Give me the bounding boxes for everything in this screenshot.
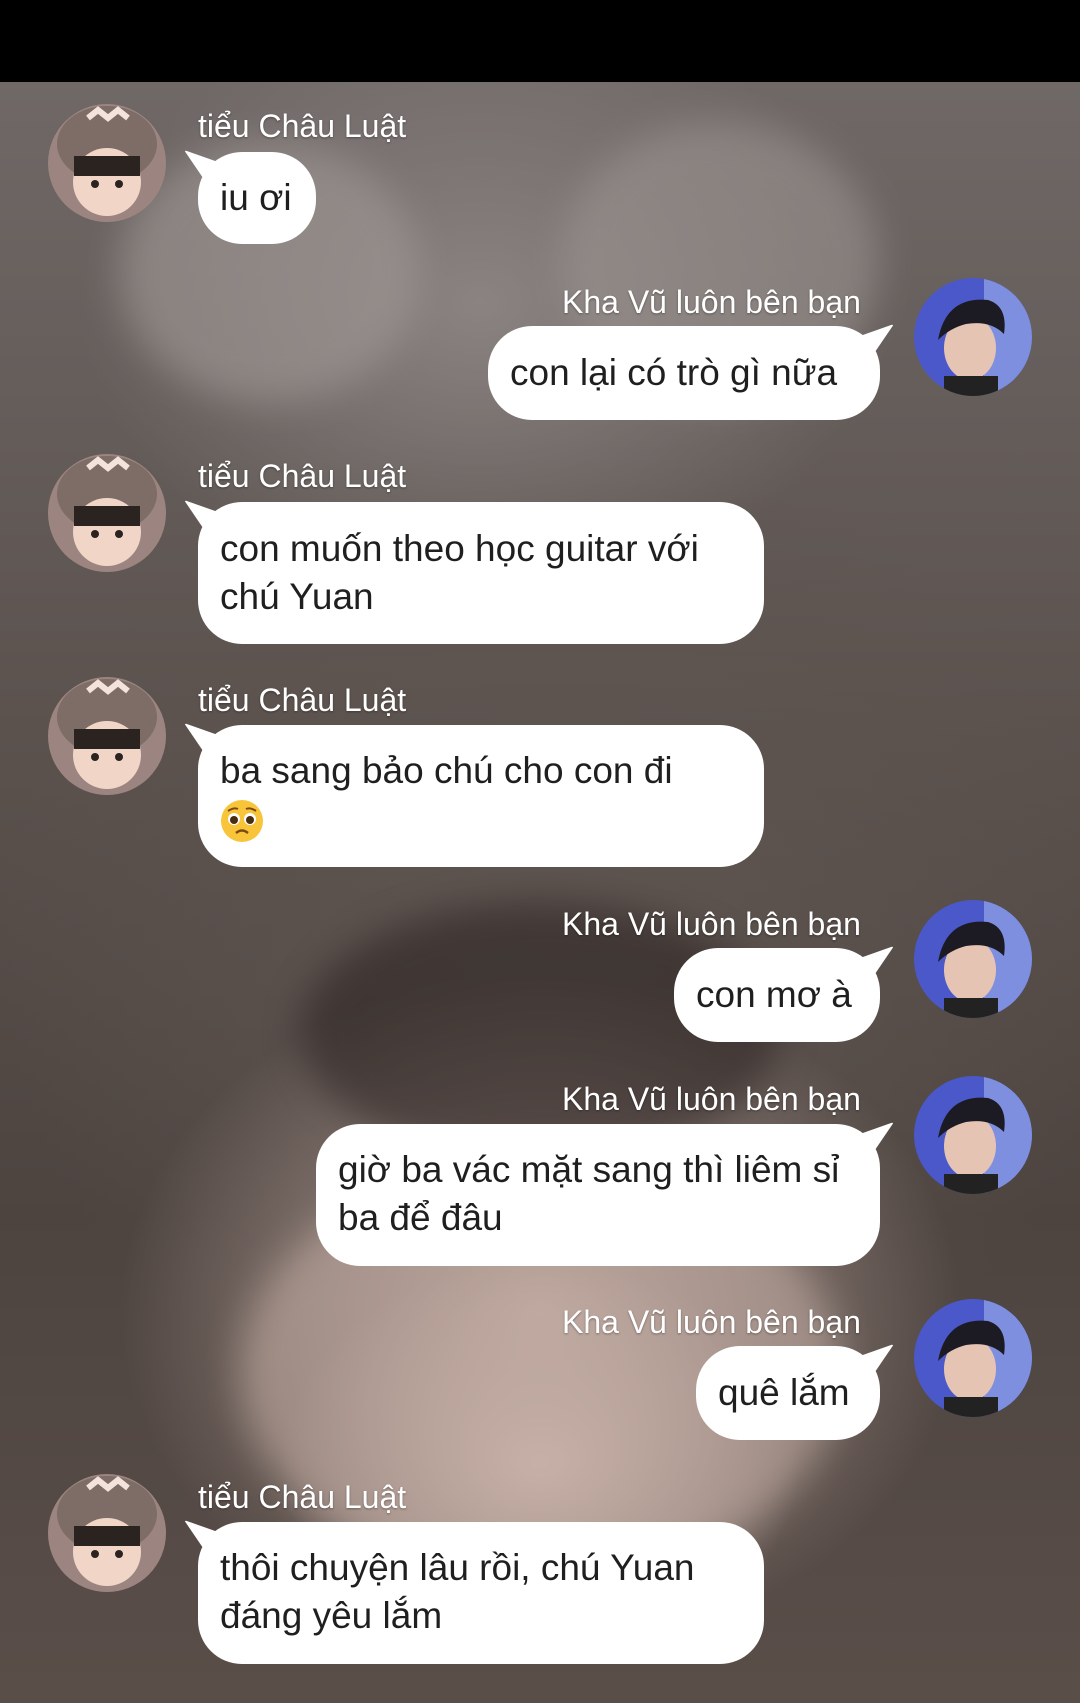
message-text: ba sang bảo chú cho con đi	[220, 750, 673, 791]
sender-name: tiểu Châu Luật	[198, 458, 407, 494]
message-text: quê lắm	[718, 1372, 850, 1413]
pleading-face-icon	[221, 800, 263, 843]
message-text: giờ ba vác mặt sang thì liêm sỉ ba để đâ…	[338, 1149, 840, 1238]
child-avatar-icon	[48, 1474, 166, 1592]
child-avatar-icon	[48, 454, 166, 572]
sender-name: tiểu Châu Luật	[198, 1479, 407, 1515]
message-bubble[interactable]: giờ ba vác mặt sang thì liêm sỉ ba để đâ…	[316, 1124, 880, 1266]
message-bubble[interactable]: quê lắm	[696, 1346, 880, 1440]
message-bubble[interactable]: thôi chuyện lâu rồi, chú Yuan đáng yêu l…	[198, 1522, 764, 1664]
message-bubble[interactable]: con lại có trò gì nữa	[488, 326, 880, 420]
sender-avatar[interactable]	[48, 104, 166, 222]
sender-avatar[interactable]	[48, 1474, 166, 1592]
sender-avatar[interactable]	[48, 677, 166, 795]
message-text: con mơ à	[696, 974, 852, 1015]
sender-avatar[interactable]	[914, 278, 1032, 396]
message-bubble[interactable]: con mơ à	[674, 948, 880, 1042]
sender-name: Kha Vũ luôn bên bạn	[562, 906, 861, 942]
message-text: iu ơi	[220, 177, 292, 218]
message-text: con muốn theo học guitar với chú Yuan	[220, 528, 699, 617]
man-avatar-icon	[914, 278, 1032, 396]
child-avatar-icon	[48, 104, 166, 222]
message-bubble[interactable]: con muốn theo học guitar với chú Yuan	[198, 502, 764, 644]
child-avatar-icon	[48, 677, 166, 795]
man-avatar-icon	[914, 1299, 1032, 1417]
sender-name: Kha Vũ luôn bên bạn	[562, 284, 861, 320]
message-bubble[interactable]: iu ơi	[198, 152, 316, 244]
sender-name: tiểu Châu Luật	[198, 682, 407, 718]
man-avatar-icon	[914, 1076, 1032, 1194]
sender-avatar[interactable]	[914, 900, 1032, 1018]
sender-avatar[interactable]	[914, 1299, 1032, 1417]
message-text: con lại có trò gì nữa	[510, 352, 838, 393]
man-avatar-icon	[914, 900, 1032, 1018]
status-bar	[0, 0, 1080, 82]
sender-name: tiểu Châu Luật	[198, 108, 407, 144]
sender-avatar[interactable]	[48, 454, 166, 572]
message-bubble[interactable]: ba sang bảo chú cho con đi	[198, 725, 764, 867]
message-text: thôi chuyện lâu rồi, chú Yuan đáng yêu l…	[220, 1547, 695, 1636]
sender-name: Kha Vũ luôn bên bạn	[562, 1081, 861, 1117]
sender-name: Kha Vũ luôn bên bạn	[562, 1304, 861, 1340]
sender-avatar[interactable]	[914, 1076, 1032, 1194]
